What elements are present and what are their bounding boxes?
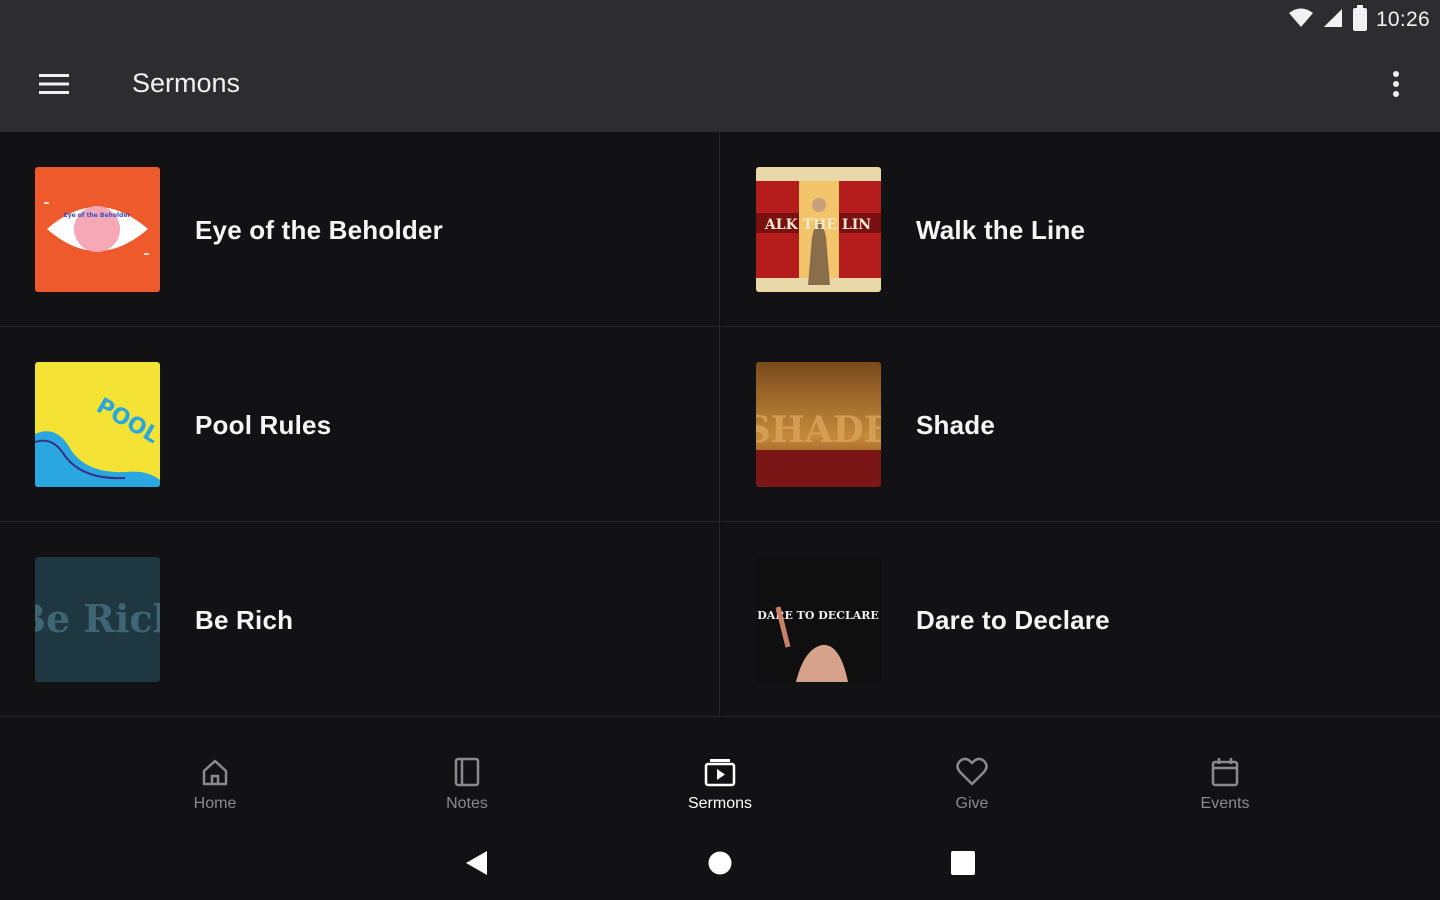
status-icons: 10:26 [1288, 4, 1430, 36]
nav-label: Sermons [687, 795, 753, 812]
battery-icon [1352, 4, 1368, 36]
sermons-icon [703, 755, 737, 789]
recents-square-icon [950, 850, 976, 881]
recents-button[interactable] [943, 848, 983, 882]
nav-events[interactable]: Events [1165, 755, 1285, 825]
nav-label: Home [193, 795, 237, 812]
nav-sermons[interactable]: Sermons [660, 755, 780, 825]
sermon-item[interactable]: POOL RULES Pool Rules [0, 327, 720, 522]
sermon-thumbnail: Be Rich [35, 557, 160, 682]
sermon-title: Be Rich [195, 605, 294, 635]
nav-label: Notes [446, 795, 488, 812]
nav-label: Give [955, 795, 989, 812]
sermon-thumbnail: ALK THE LIN [756, 167, 881, 292]
sermon-item[interactable]: Be Rich Be Rich [0, 522, 720, 717]
sermon-item[interactable]: Eye of the Beholder Eye of the Beholder [0, 132, 720, 327]
back-triangle-icon [463, 849, 489, 882]
art-text: DARE TO DECLARE [757, 609, 879, 622]
art-text: SHADE [756, 409, 881, 451]
sermon-item[interactable]: DARE TO DECLARE Dare to Declare [721, 522, 1440, 717]
sermon-item[interactable]: SHADE Shade [721, 327, 1440, 522]
sermon-item[interactable]: ALK THE LIN Walk the Line [721, 132, 1440, 327]
status-bar: 10:26 [0, 0, 1440, 40]
sermon-thumbnail: Eye of the Beholder [35, 167, 160, 292]
nav-label: Events [1200, 795, 1250, 812]
sermon-title: Dare to Declare [916, 605, 1110, 635]
cellular-signal-icon [1322, 7, 1344, 34]
nav-home[interactable]: Home [155, 755, 275, 825]
wifi-icon [1288, 7, 1314, 34]
bottom-navigation: Home Notes Sermons Give Events [0, 717, 1440, 832]
sermon-thumbnail: DARE TO DECLARE [756, 557, 881, 682]
sermon-thumbnail: POOL RULES [35, 362, 160, 487]
page-title: Sermons [132, 68, 241, 98]
sermon-title: Eye of the Beholder [195, 215, 443, 245]
art-text: Be Rich [35, 596, 160, 641]
home-circle-icon [707, 850, 733, 881]
nav-give[interactable]: Give [912, 755, 1032, 825]
calendar-icon [1208, 755, 1242, 789]
heart-icon [955, 755, 989, 789]
art-text: ALK THE LIN [764, 217, 871, 233]
nav-notes[interactable]: Notes [407, 755, 527, 825]
home-system-button[interactable] [700, 848, 740, 882]
art-text: Eye of the Beholder [64, 212, 131, 219]
app-bar: Sermons [0, 40, 1440, 132]
sermon-grid: Eye of the Beholder Eye of the Beholder … [0, 132, 1440, 717]
sermon-title: Pool Rules [195, 410, 332, 440]
sermon-title: Walk the Line [916, 215, 1086, 245]
status-time: 10:26 [1375, 8, 1430, 31]
back-button[interactable] [456, 848, 496, 882]
system-navigation-bar [0, 832, 1440, 900]
sermon-title: Shade [916, 410, 996, 440]
overflow-menu-button[interactable] [1372, 62, 1420, 110]
sermon-thumbnail: SHADE [756, 362, 881, 487]
menu-button[interactable] [28, 62, 80, 110]
hamburger-menu-icon [39, 72, 69, 101]
home-icon [198, 755, 232, 789]
more-vertical-icon [1392, 70, 1400, 103]
notes-icon [450, 755, 484, 789]
